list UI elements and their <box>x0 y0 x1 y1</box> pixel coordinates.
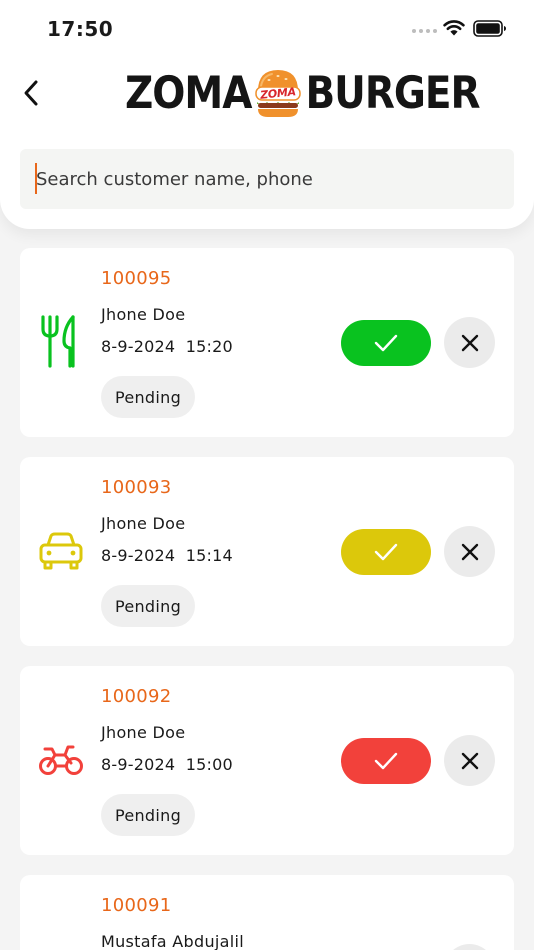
order-datetime: 8-9-2024 15:20 <box>101 337 233 356</box>
status-badge: Pending <box>101 585 195 627</box>
search-bar[interactable] <box>20 149 514 209</box>
wifi-icon <box>443 20 465 36</box>
order-id: 100092 <box>101 686 172 707</box>
order-card[interactable]: 100092 Jhone Doe 8-9-2024 15:00 Pending <box>20 666 514 855</box>
order-card[interactable]: 100095 Jhone Doe 8-9-2024 15:20 Pending <box>20 248 514 437</box>
order-datetime: 8-9-2024 15:00 <box>101 755 233 774</box>
accept-order-button[interactable] <box>341 738 431 784</box>
status-bar: 17:50 <box>0 0 534 58</box>
app-header: 17:50 ZOMA ZOMA BURGER Search customer n… <box>0 0 534 229</box>
reject-order-button[interactable] <box>444 944 495 950</box>
search-input[interactable] <box>36 149 506 209</box>
order-datetime: 8-9-2024 15:14 <box>101 546 233 565</box>
reject-order-button[interactable] <box>444 317 495 368</box>
accept-order-button[interactable] <box>341 529 431 575</box>
customer-name: Mustafa Abdujalil <box>101 932 244 950</box>
close-icon <box>461 334 478 351</box>
accept-order-button[interactable] <box>341 320 431 366</box>
close-icon <box>461 752 478 769</box>
close-icon <box>461 543 478 560</box>
chevron-left-icon <box>24 80 38 106</box>
check-icon <box>374 752 398 770</box>
order-id: 100095 <box>101 268 172 289</box>
burger-icon: ZOMA <box>254 67 302 119</box>
order-card[interactable]: 100091 Mustafa Abdujalil <box>20 875 514 950</box>
customer-name: Jhone Doe <box>101 514 186 533</box>
brand-word-left: ZOMA <box>125 67 252 119</box>
check-icon <box>374 543 398 561</box>
car-icon <box>38 523 84 579</box>
customer-name: Jhone Doe <box>101 305 186 324</box>
motorbike-icon <box>38 732 84 788</box>
order-id: 100093 <box>101 477 172 498</box>
reject-order-button[interactable] <box>444 526 495 577</box>
status-badge: Pending <box>101 794 195 836</box>
brand-word-right: BURGER <box>305 67 480 119</box>
status-badge: Pending <box>101 376 195 418</box>
brand-logo: ZOMA ZOMA BURGER <box>125 66 481 120</box>
back-button[interactable] <box>14 76 48 110</box>
customer-name: Jhone Doe <box>101 723 186 742</box>
reject-order-button[interactable] <box>444 735 495 786</box>
order-id: 100091 <box>101 895 172 916</box>
battery-icon <box>473 20 506 37</box>
status-time: 17:50 <box>47 17 114 41</box>
dine-in-icon <box>38 314 84 370</box>
check-icon <box>374 334 398 352</box>
order-card[interactable]: 100093 Jhone Doe 8-9-2024 15:14 Pending <box>20 457 514 646</box>
cellular-signal-icon <box>412 29 437 33</box>
